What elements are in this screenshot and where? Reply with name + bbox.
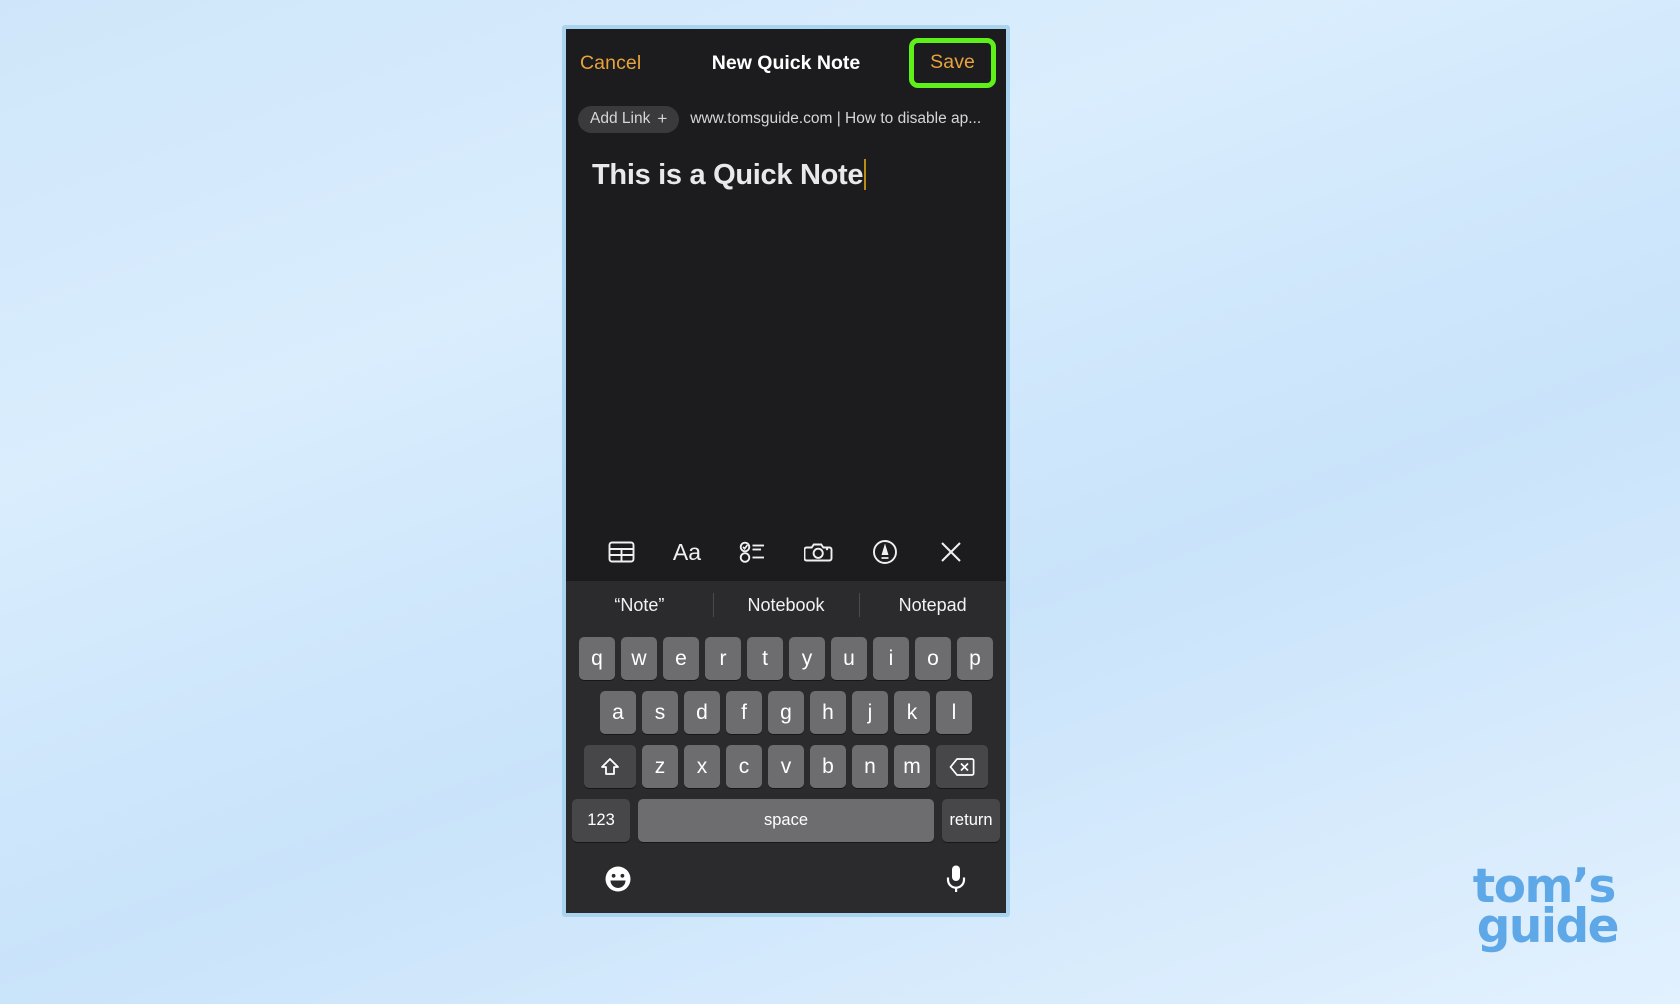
key-z[interactable]: z: [642, 745, 678, 788]
text-caret: [864, 159, 867, 190]
note-editor-area[interactable]: This is a Quick Note: [566, 141, 1006, 523]
delete-icon[interactable]: [936, 745, 988, 788]
key-p[interactable]: p: [957, 637, 993, 680]
key-d[interactable]: d: [684, 691, 720, 734]
key-t[interactable]: t: [747, 637, 783, 680]
save-button[interactable]: Save: [930, 51, 975, 74]
watermark-line-2: guide: [1476, 898, 1620, 954]
note-title-text: This is a Quick Note: [592, 159, 864, 191]
key-o[interactable]: o: [915, 637, 951, 680]
suggestion-1[interactable]: Notebook: [712, 581, 860, 629]
microphone-icon[interactable]: [944, 864, 968, 894]
key-i[interactable]: i: [873, 637, 909, 680]
add-link-button[interactable]: Add Link +: [578, 105, 680, 133]
key-n[interactable]: n: [852, 745, 888, 788]
key-v[interactable]: v: [768, 745, 804, 788]
markup-pen-icon[interactable]: [865, 532, 905, 572]
key-s[interactable]: s: [642, 691, 678, 734]
return-key[interactable]: return: [942, 799, 1000, 842]
key-x[interactable]: x: [684, 745, 720, 788]
suggestion-2[interactable]: Notepad: [859, 581, 1006, 629]
key-j[interactable]: j: [852, 691, 888, 734]
emoji-icon[interactable]: [604, 865, 632, 893]
tomsguide-watermark: tom’s guide: [1473, 863, 1620, 954]
keyboard-row-4: 123 space return: [569, 799, 1003, 842]
key-r[interactable]: r: [705, 637, 741, 680]
key-b[interactable]: b: [810, 745, 846, 788]
camera-icon[interactable]: [799, 532, 839, 572]
key-l[interactable]: l: [936, 691, 972, 734]
suggestion-0[interactable]: “Note”: [566, 581, 713, 629]
table-icon[interactable]: [601, 532, 641, 572]
shift-icon[interactable]: [584, 745, 636, 788]
key-k[interactable]: k: [894, 691, 930, 734]
key-f[interactable]: f: [726, 691, 762, 734]
key-e[interactable]: e: [663, 637, 699, 680]
key-h[interactable]: h: [810, 691, 846, 734]
checklist-icon[interactable]: [733, 532, 773, 572]
key-y[interactable]: y: [789, 637, 825, 680]
key-g[interactable]: g: [768, 691, 804, 734]
keyboard-row-3: z x c v b n m: [569, 745, 1003, 788]
key-m[interactable]: m: [894, 745, 930, 788]
key-q[interactable]: q: [579, 637, 615, 680]
keyboard-row-1: q w e r t y u i o p: [569, 637, 1003, 680]
key-w[interactable]: w: [621, 637, 657, 680]
phone-screen: Cancel New Quick Note Save Add Link + ww…: [562, 25, 1010, 917]
editor-toolbar: Aa: [566, 523, 1006, 581]
save-button-highlight: Save: [909, 38, 996, 88]
cancel-button[interactable]: Cancel: [580, 52, 641, 75]
numbers-key[interactable]: 123: [572, 799, 630, 842]
keyboard-row-2: a s d f g h j k l: [569, 691, 1003, 734]
plus-icon: +: [657, 109, 668, 128]
predictive-text-bar: “Note” Notebook Notepad: [566, 581, 1006, 629]
key-c[interactable]: c: [726, 745, 762, 788]
keyboard-bottom-bar: [566, 853, 1006, 913]
format-aa-icon[interactable]: Aa: [667, 532, 707, 572]
space-key[interactable]: space: [638, 799, 934, 842]
navigation-bar: Cancel New Quick Note Save: [566, 29, 1006, 97]
link-row: Add Link + www.tomsguide.com | How to di…: [566, 97, 1006, 141]
source-url-text: www.tomsguide.com | How to disable ap...: [690, 110, 982, 127]
close-icon[interactable]: [931, 532, 971, 572]
key-a[interactable]: a: [600, 691, 636, 734]
add-link-label: Add Link: [590, 109, 651, 127]
key-u[interactable]: u: [831, 637, 867, 680]
on-screen-keyboard: q w e r t y u i o p a s d f g h j k l z …: [566, 629, 1006, 853]
